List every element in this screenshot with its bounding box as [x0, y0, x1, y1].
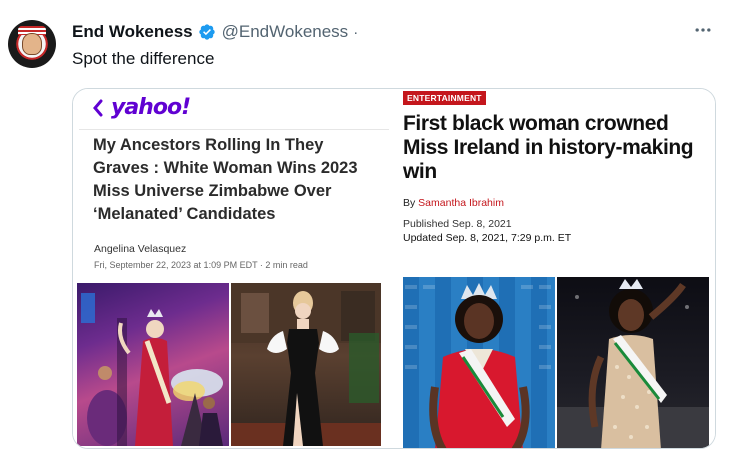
tweet-header: End Wokeness @EndWokeness · [72, 21, 358, 43]
avatar[interactable] [8, 20, 56, 68]
miss-ireland-gown-photo [557, 277, 709, 448]
miss-ireland-red-blazer-photo [403, 277, 555, 448]
published-date: Published Sep. 8, 2021 [403, 218, 512, 230]
divider [79, 129, 389, 130]
pageant-stage-photo [77, 283, 229, 446]
tweet-text: Spot the difference [72, 49, 215, 68]
verified-badge-icon[interactable] [198, 23, 216, 41]
chevron-left-icon[interactable] [91, 98, 105, 118]
byline-author[interactable]: Samantha Ibrahim [418, 197, 504, 209]
separator-dot: · [353, 23, 359, 41]
user-handle[interactable]: @EndWokeness [222, 22, 349, 42]
left-article-date: Fri, September 22, 2023 at 1:09 PM EDT ·… [94, 260, 308, 270]
display-name[interactable]: End Wokeness [72, 22, 193, 42]
avatar-face-icon [22, 33, 42, 55]
byline: By Samantha Ibrahim [403, 197, 504, 209]
yahoo-article-panel: yahoo! My Ancestors Rolling In They Grav… [73, 89, 395, 448]
section-tag: ENTERTAINMENT [403, 91, 486, 105]
yahoo-header: yahoo! [91, 95, 191, 120]
news-article-panel: ENTERTAINMENT First black woman crowned … [395, 89, 715, 448]
left-article-author: Angelina Velasquez [94, 243, 187, 255]
tweet-media-image[interactable]: yahoo! My Ancestors Rolling In They Grav… [72, 88, 716, 449]
updated-date: Updated Sep. 8, 2021, 7:29 p.m. ET [403, 232, 572, 244]
byline-prefix: By [403, 197, 419, 209]
yahoo-logo: yahoo! [111, 95, 191, 120]
left-article-headline: My Ancestors Rolling In They Graves : Wh… [93, 136, 358, 223]
woman-black-dress-photo [231, 283, 381, 446]
right-article-headline: First black woman crowned Miss Ireland i… [403, 112, 694, 183]
more-horizontal-icon[interactable] [693, 20, 713, 40]
